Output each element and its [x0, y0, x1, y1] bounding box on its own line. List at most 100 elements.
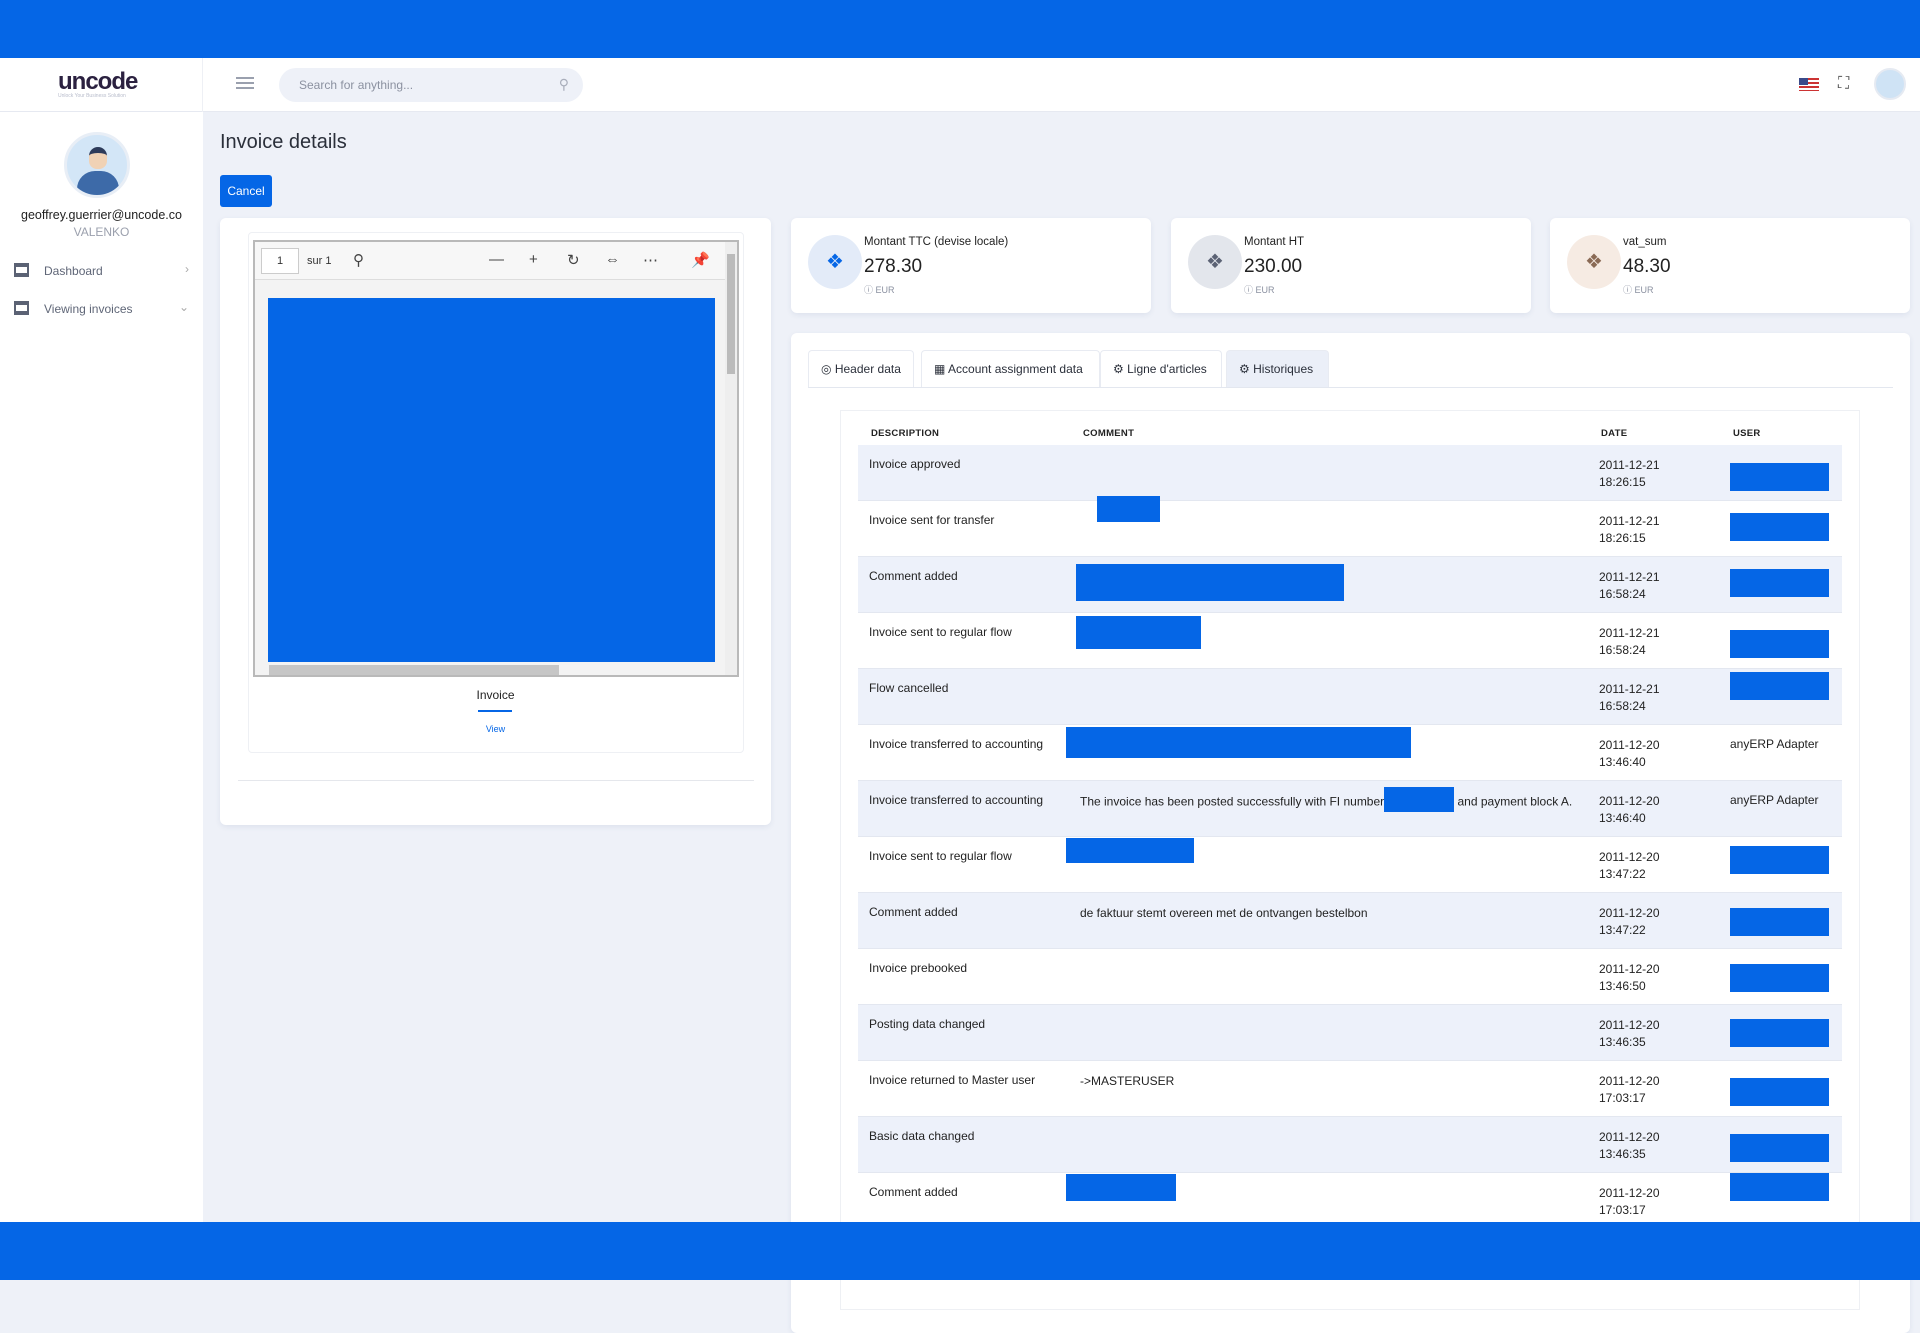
document-viewer-card: 1 sur 1 ⚲ — + ↻ ⇔ ⋯ 📌 Invoice View — [220, 218, 771, 825]
avatar[interactable] — [1874, 68, 1906, 100]
bottom-redaction-bar — [0, 1222, 1920, 1280]
search-input[interactable]: Search for anything... ⚲ — [279, 68, 583, 102]
gear-icon: ⚙ — [1239, 362, 1250, 376]
redacted-document-page — [268, 298, 715, 662]
pdf-viewer[interactable]: 1 sur 1 ⚲ — + ↻ ⇔ ⋯ 📌 — [253, 240, 739, 677]
search-icon[interactable]: ⚲ — [353, 251, 364, 269]
redacted-user — [1730, 846, 1829, 874]
row-description: Invoice sent to regular flow — [869, 849, 1012, 863]
table-row: Comment added 2011-12-20 17:03:17 — [858, 1173, 1842, 1229]
redacted-comment — [1076, 564, 1344, 601]
tab-header-data[interactable]: ◎ Header data — [808, 350, 914, 387]
table-icon: ▦ — [934, 362, 946, 376]
zoom-out-icon[interactable]: — — [489, 251, 504, 268]
layers-icon: ❖ — [1567, 235, 1621, 289]
table-row: Invoice prebooked 2011-12-20 13:46:50 — [858, 949, 1842, 1005]
table-row: Invoice returned to Master user ->MASTERU… — [858, 1061, 1842, 1117]
vertical-scrollbar[interactable] — [725, 242, 737, 675]
zoom-in-icon[interactable]: + — [529, 251, 538, 268]
rotate-icon[interactable]: ↻ — [567, 251, 580, 269]
row-user: anyERP Adapter — [1730, 737, 1819, 751]
row-date: 2011-12-20 13:46:40 — [1599, 794, 1660, 825]
page-total: sur 1 — [307, 255, 332, 267]
table-row: Posting data changed 2011-12-20 13:46:35 — [858, 1005, 1842, 1061]
tab-historiques[interactable]: ⚙ Historiques — [1226, 350, 1329, 387]
redacted-user — [1730, 569, 1829, 597]
stat-card-ht: ❖ Montant HT 230.00 ⓘ EUR — [1171, 218, 1531, 313]
redacted-user — [1730, 964, 1829, 992]
logo[interactable]: uncode Unlock Your Business Solution — [58, 68, 138, 99]
chevron-down-icon: ⌄ — [178, 300, 189, 314]
row-description: Invoice transferred to accounting — [869, 793, 1044, 807]
page-number-input[interactable]: 1 — [261, 248, 299, 274]
more-icon[interactable]: ⋯ — [643, 251, 658, 269]
table-row: Invoice sent to regular flow 2011-12-21 16… — [858, 613, 1842, 669]
document-tab-invoice[interactable]: Invoice — [220, 688, 771, 702]
sidebar: geoffrey.guerrier@uncode.co VALENKO Dash… — [0, 112, 203, 1222]
menu-icon[interactable] — [236, 77, 254, 91]
row-date: 2011-12-20 13:47:22 — [1599, 850, 1660, 881]
row-date: 2011-12-21 16:58:24 — [1599, 682, 1660, 713]
row-date: 2011-12-21 16:58:24 — [1599, 626, 1660, 657]
row-comment: ->MASTERUSER — [1080, 1074, 1175, 1088]
row-description: Invoice returned to Master user — [869, 1073, 1036, 1087]
view-link[interactable]: View — [220, 724, 771, 734]
stat-card-ttc: ❖ Montant TTC (devise locale) 278.30 ⓘ E… — [791, 218, 1151, 313]
row-description: Comment added — [869, 905, 958, 919]
server-icon — [14, 301, 29, 315]
row-date: 2011-12-21 18:26:15 — [1599, 458, 1660, 489]
horizontal-scrollbar[interactable] — [269, 665, 559, 675]
fullscreen-icon[interactable]: ⛶ — [1838, 75, 1849, 93]
row-description: Posting data changed — [869, 1017, 986, 1031]
row-date: 2011-12-20 17:03:17 — [1599, 1186, 1660, 1217]
fit-width-icon[interactable]: ⇔ — [605, 251, 620, 268]
chevron-right-icon: › — [185, 262, 189, 276]
us-flag-icon[interactable] — [1799, 78, 1819, 91]
tab-ligne-articles[interactable]: ⚙ Ligne d'articles — [1100, 350, 1222, 387]
sidebar-item-dashboard[interactable]: Dashboard › — [14, 259, 189, 283]
row-date: 2011-12-20 13:47:22 — [1599, 906, 1660, 937]
redacted-user — [1730, 1078, 1829, 1106]
redacted-user — [1730, 908, 1829, 936]
row-description: Flow cancelled — [869, 681, 949, 695]
row-user: anyERP Adapter — [1730, 793, 1819, 807]
row-description: Invoice sent for transfer — [869, 513, 995, 527]
row-date: 2011-12-21 18:26:15 — [1599, 514, 1660, 545]
cancel-button[interactable]: Cancel — [220, 175, 272, 207]
sidebar-item-viewing-invoices[interactable]: Viewing invoices ⌄ — [14, 297, 189, 321]
redacted-comment — [1097, 496, 1160, 522]
search-icon[interactable]: ⚲ — [559, 76, 569, 93]
row-date: 2011-12-20 13:46:35 — [1599, 1130, 1660, 1161]
redacted-user — [1730, 672, 1829, 700]
table-row: Invoice sent to regular flow 2011-12-20 13… — [858, 837, 1842, 893]
row-date: 2011-12-20 13:46:50 — [1599, 962, 1660, 993]
redacted-value — [1384, 787, 1455, 812]
user-email: geoffrey.guerrier@uncode.co — [21, 208, 182, 222]
pdf-toolbar: 1 sur 1 ⚲ — + ↻ ⇔ ⋯ 📌 — [255, 242, 737, 280]
row-comment: de faktuur stemt overeen met de ontvange… — [1080, 906, 1368, 920]
user-role: VALENKO — [73, 225, 130, 239]
row-description: Invoice transferred to accounting — [869, 737, 1044, 751]
row-description: Invoice sent to regular flow — [869, 625, 1012, 639]
row-description: Invoice approved — [869, 457, 961, 471]
column-header-date: DATE — [1601, 428, 1628, 439]
pin-icon[interactable]: 📌 — [691, 251, 710, 269]
row-description: Comment added — [869, 569, 958, 583]
table-row: Basic data changed 2011-12-20 13:46:35 — [858, 1117, 1842, 1173]
row-description: Comment added — [869, 1185, 958, 1199]
stat-card-vat: ❖ vat_sum 48.30 ⓘ EUR — [1550, 218, 1910, 313]
column-header-comment: COMMENT — [1083, 428, 1135, 439]
tab-account-assignment-data[interactable]: ▦ Account assignment data — [921, 350, 1100, 387]
row-date: 2011-12-20 13:46:40 — [1599, 738, 1660, 769]
table-row: Flow cancelled 2011-12-21 16:58:24 — [858, 669, 1842, 725]
row-description: Invoice prebooked — [869, 961, 968, 975]
redacted-user — [1730, 630, 1829, 658]
table-row: Invoice sent for transfer 2011-12-21 18:26… — [858, 496, 1842, 557]
column-header-description: DESCRIPTION — [871, 428, 940, 439]
history-table: Invoice approved 2011-12-21 18:26:15 Invoic… — [858, 445, 1842, 1229]
table-row: Comment added 2011-12-21 16:58:24 — [858, 557, 1842, 613]
table-row: Invoice transferred to accounting The inv… — [858, 781, 1842, 837]
redacted-user — [1730, 463, 1829, 491]
redacted-comment — [1066, 1174, 1176, 1201]
redacted-user — [1730, 1019, 1829, 1047]
